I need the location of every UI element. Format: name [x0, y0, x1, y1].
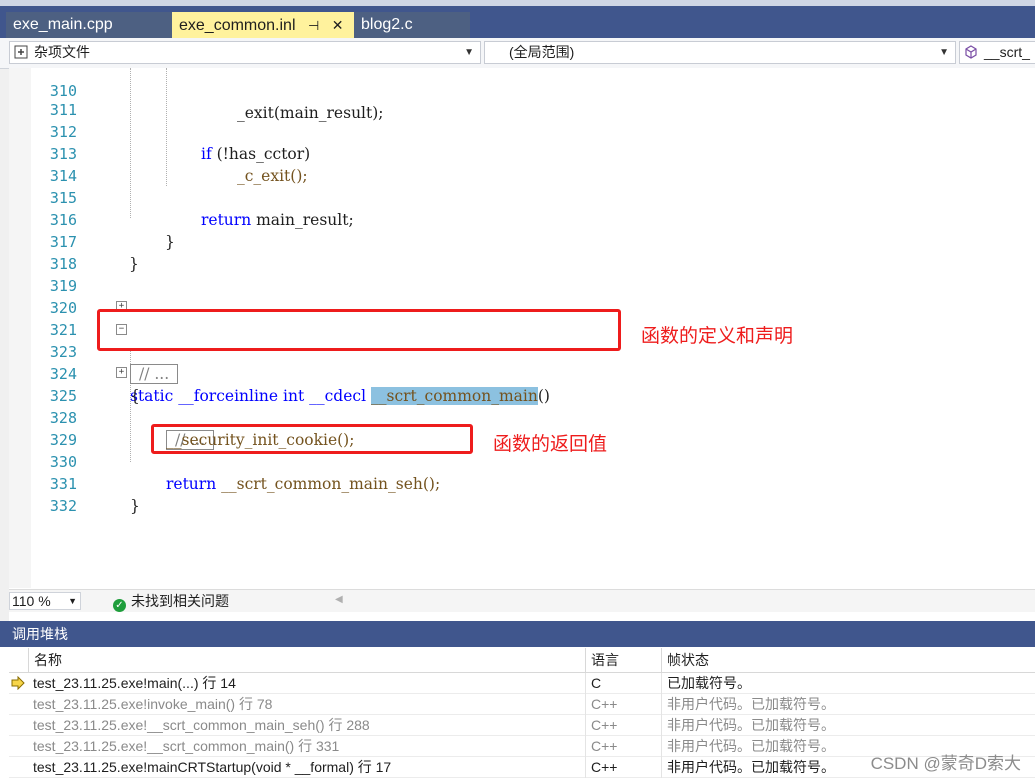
code-line: 319 [9, 253, 1035, 295]
scope-label: (全局范围) [509, 44, 575, 60]
code-line: 320 [9, 275, 1035, 317]
tab-exe-main[interactable]: exe_main.cpp [6, 12, 172, 38]
expand-outline-icon[interactable]: + [116, 367, 127, 378]
chevron-down-icon: ▼ [464, 47, 474, 58]
code-line: 311 [9, 77, 1035, 119]
frame-name: test_23.11.25.exe!__scrt_common_main() 行… [33, 738, 340, 754]
tab-exe-common[interactable]: exe_common.inl ⊣ ✕ [172, 12, 354, 38]
current-frame-arrow-icon [11, 676, 25, 690]
grid-header: 名称 语言 帧状态 [9, 648, 1035, 673]
return-annotation: 函数的返回值 [493, 434, 608, 455]
return-highlight-box [151, 424, 473, 454]
zoom-dropdown[interactable]: 110 % ▼ [9, 592, 81, 610]
frame-state: 非用户代码。已加载符号。 [661, 694, 1035, 715]
column-header-name[interactable]: 名称 [28, 648, 585, 672]
frame-language: C++ [585, 757, 661, 778]
panel-title: 调用堆栈 [12, 626, 68, 642]
member-dropdown[interactable]: __scrt_ [959, 41, 1035, 64]
frame-language: C++ [585, 736, 661, 757]
code-line: 328 __security_init_cookie(); [9, 385, 1035, 449]
code-line: 332 [9, 473, 1035, 515]
chevron-down-icon: ▼ [939, 47, 949, 58]
misc-files-icon [14, 45, 28, 59]
frame-state: 已加载符号。 [661, 673, 1035, 694]
frame-language: C++ [585, 715, 661, 736]
chevron-down-icon: ▼ [68, 596, 77, 606]
definition-highlight-box [97, 309, 621, 351]
code-line: 315 return main_result; [9, 165, 1035, 229]
column-header-language[interactable]: 语言 [585, 648, 661, 672]
scope-dropdown[interactable]: (全局范围) ▼ [484, 41, 956, 64]
frame-state: 非用户代码。已加载符号。 [661, 715, 1035, 736]
table-row[interactable]: test_23.11.25.exe!main(...) 行 14 C 已加载符号… [9, 673, 1035, 694]
code-text: } [130, 497, 140, 515]
frame-name: test_23.11.25.exe!mainCRTStartup(void * … [33, 759, 392, 775]
code-line: 312 if (!has_cctor) [9, 99, 1035, 163]
definition-annotation: 函数的定义和声明 [641, 326, 794, 347]
pin-icon[interactable]: ⊣ [308, 13, 319, 39]
issues-indicator[interactable]: ✓ 未找到相关问题 [113, 592, 229, 612]
document-tab-strip: exe_main.cpp exe_common.inl ⊣ ✕ blog2.c [0, 0, 1035, 38]
watermark: CSDN @蒙奇D索大 [870, 754, 1021, 773]
callstack-panel-header: 调用堆栈 [0, 621, 1035, 647]
title-bar-edge [0, 0, 1035, 6]
code-line: 317 } [9, 209, 1035, 273]
tab-label: exe_common.inl [179, 17, 296, 34]
column-header-frame-state[interactable]: 帧状态 [661, 648, 1035, 672]
code-line: 313 _c_exit(); [9, 121, 1035, 185]
code-line: 314 [9, 143, 1035, 185]
zoom-level: 110 % [12, 593, 51, 609]
tab-blog2[interactable]: blog2.c [354, 12, 470, 38]
table-row[interactable]: test_23.11.25.exe!invoke_main() 行 78 C++… [9, 694, 1035, 715]
line-number: 332 [49, 497, 77, 515]
check-circle-icon: ✓ [113, 599, 126, 612]
frame-language: C [585, 673, 661, 694]
project-label: 杂项文件 [34, 44, 90, 60]
project-dropdown[interactable]: 杂项文件 ▼ [9, 41, 481, 64]
code-line: 318 [9, 231, 1035, 273]
tab-label: exe_main.cpp [13, 16, 113, 33]
code-line: 325 + // ... [9, 363, 1035, 450]
tab-label: blog2.c [361, 16, 413, 33]
scroll-left-icon[interactable]: ◀ [335, 594, 343, 605]
navigation-bar: 杂项文件 ▼ (全局范围) ▼ __scrt_ [0, 38, 1035, 69]
member-label: __scrt_ [984, 44, 1030, 60]
frame-name: test_23.11.25.exe!__scrt_common_main_seh… [33, 717, 370, 733]
close-icon[interactable]: ✕ [332, 12, 344, 38]
frame-name: test_23.11.25.exe!invoke_main() 行 78 [33, 696, 273, 712]
table-row[interactable]: test_23.11.25.exe!__scrt_common_main_seh… [9, 715, 1035, 736]
code-editor[interactable]: 310 _exit(main_result); 311 312 if (!has… [9, 68, 1035, 588]
cube-icon [965, 45, 977, 59]
issues-text: 未找到相关问题 [131, 593, 229, 609]
window-left-edge [0, 38, 9, 621]
editor-status-bar: 110 % ▼ ✓ 未找到相关问题 ◀ [9, 589, 1035, 612]
frame-language: C++ [585, 694, 661, 715]
code-line: 316 } [9, 187, 1035, 251]
frame-name: test_23.11.25.exe!main(...) 行 14 [33, 675, 236, 691]
